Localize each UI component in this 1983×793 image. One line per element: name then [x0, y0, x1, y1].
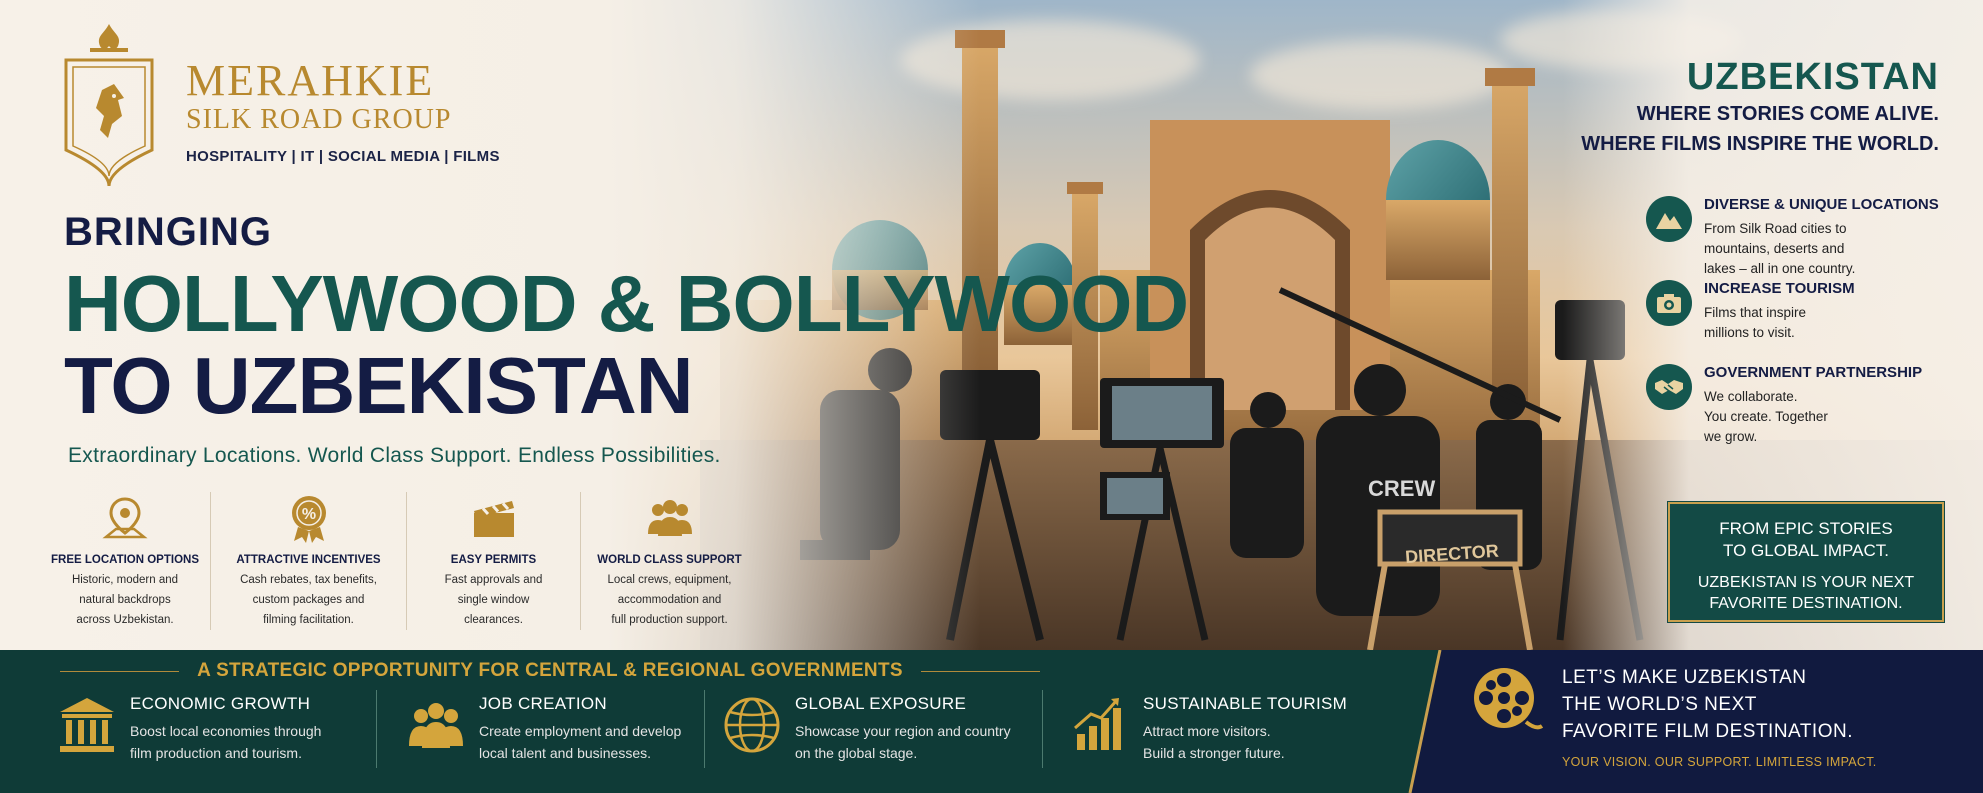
feature-title: WORLD CLASS SUPPORT [597, 554, 742, 566]
feature-desc-line: Cash rebates, tax benefits, [240, 574, 377, 586]
brand-logo: MERAHKIE SILK ROAD GROUP HOSPITALITY | I… [60, 20, 500, 190]
benefit-title: DIVERSE & UNIQUE LOCATIONS [1704, 196, 1939, 213]
heading-rule-right [920, 670, 1041, 672]
feature-desc-line: clearances. [464, 614, 523, 626]
call-to-action: LET’S MAKE UZBEKISTAN THE WORLD’S NEXT F… [1470, 664, 1877, 769]
opportunity-item: JOB CREATION Create employment and devel… [376, 690, 704, 768]
crest-icon [64, 24, 154, 187]
globe-icon [724, 697, 780, 753]
brand-tagline: HOSPITALITY | IT | SOCIAL MEDIA | FILMS [186, 148, 500, 165]
opportunity-list: ECONOMIC GROWTH Boost local economies th… [50, 690, 1362, 768]
opportunity-item-title: SUSTAINABLE TOURISM [1143, 694, 1348, 713]
opportunity-item-desc: Create employment and develop local tale… [479, 723, 682, 761]
feature-item: % ATTRACTIVE INCENTIVES Cash rebates, ta… [210, 492, 406, 630]
feature-title: FREE LOCATION OPTIONS [50, 554, 199, 566]
feature-desc-line: Fast approvals and [444, 574, 543, 586]
film-reel-icon [1474, 668, 1544, 730]
destination-box-line-2: UZBEKISTAN IS YOUR NEXT FAVORITE DESTINA… [1697, 574, 1915, 612]
feature-desc-line: full production support. [611, 614, 728, 626]
opportunity-item-desc: Attract more visitors. Build a stronger … [1143, 723, 1285, 761]
opportunity-item-title: GLOBAL EXPOSURE [795, 694, 967, 713]
feature-desc-line: filming facilitation. [263, 614, 354, 626]
destination-box: FROM EPIC STORIES TO GLOBAL IMPACT. UZBE… [1667, 501, 1945, 623]
percent-badge-icon: % [291, 496, 326, 543]
cta-divider [1408, 650, 1442, 793]
right-title: UZBEKISTAN [1686, 56, 1939, 98]
opportunity-item: ECONOMIC GROWTH Boost local economies th… [50, 690, 376, 768]
cta-subtitle: YOUR VISION. OUR SUPPORT. LIMITLESS IMPA… [1562, 755, 1877, 769]
feature-desc-line: natural backdrops [79, 594, 171, 606]
feature-list: FREE LOCATION OPTIONS Historic, modern a… [40, 492, 758, 630]
benefit-title: INCREASE TOURISM [1704, 280, 1855, 297]
opportunity-item-title: JOB CREATION [479, 694, 607, 713]
benefit-title: GOVERNMENT PARTNERSHIP [1704, 364, 1923, 381]
feature-desc-line: single window [457, 594, 530, 606]
feature-desc-line: custom packages and [252, 594, 365, 606]
handshake-icon [1655, 380, 1683, 394]
feature-title: EASY PERMITS [450, 554, 537, 566]
destination-box-line-1: FROM EPIC STORIES TO GLOBAL IMPACT. [1719, 519, 1893, 560]
feature-desc-line: accommodation and [617, 594, 722, 606]
camera-icon [1657, 294, 1681, 313]
people-group-icon [647, 500, 692, 536]
opportunity-heading: A STRATEGIC OPPORTUNITY FOR CENTRAL & RE… [60, 660, 1041, 682]
growth-chart-icon [1074, 698, 1121, 750]
heading-rule-left [60, 670, 180, 672]
benefit-desc: From Silk Road cities to mountains, dese… [1704, 221, 1856, 276]
svg-text:%: % [301, 506, 315, 523]
feature-title: ATTRACTIVE INCENTIVES [236, 554, 381, 566]
benefit-item: GOVERNMENT PARTNERSHIP We collaborate. Y… [1646, 364, 1966, 448]
government-building-icon [60, 698, 114, 752]
map-pin-icon [102, 497, 148, 539]
opportunity-item-title: ECONOMIC GROWTH [130, 694, 311, 713]
people-icon [409, 703, 463, 748]
headline-tagline: Extraordinary Locations. World Class Sup… [68, 444, 721, 467]
headline: BRINGING HOLLYWOOD & BOLLYWOOD TO UZBEKI… [64, 210, 1189, 430]
benefit-desc: We collaborate. You create. Together we … [1704, 389, 1828, 444]
right-line-2: WHERE FILMS INSPIRE THE WORLD. [1581, 133, 1939, 155]
feature-item: EASY PERMITS Fast approvals and single wi… [406, 492, 580, 630]
feature-desc-line: Local crews, equipment, [607, 574, 732, 586]
opportunity-title: A STRATEGIC OPPORTUNITY FOR CENTRAL & RE… [197, 660, 903, 681]
opportunity-item: SUSTAINABLE TOURISM Attract more visitor… [1042, 690, 1362, 768]
headline-main: HOLLYWOOD & BOLLYWOOD [64, 259, 1189, 348]
opportunity-item-desc: Boost local economies through film produ… [130, 723, 322, 761]
benefit-item: INCREASE TOURISM Films that inspire mill… [1646, 280, 1966, 364]
feature-desc-line: Historic, modern and [71, 574, 179, 586]
benefit-desc: Films that inspire millions to visit. [1704, 305, 1807, 340]
crew-shirt-text: CREW [1368, 476, 1435, 501]
opportunity-item-desc: Showcase your region and country on the … [795, 723, 1011, 761]
feature-item: FREE LOCATION OPTIONS Historic, modern a… [40, 492, 210, 630]
feature-desc-line: across Uzbekistan. [76, 614, 174, 626]
headline-pre: BRINGING [64, 210, 272, 254]
cta-title: LET’S MAKE UZBEKISTAN THE WORLD’S NEXT F… [1562, 667, 1853, 742]
right-line-1: WHERE STORIES COME ALIVE. [1636, 103, 1939, 125]
mountain-icon [1656, 213, 1682, 229]
brand-subtitle: SILK ROAD GROUP [186, 104, 452, 135]
feature-item: WORLD CLASS SUPPORT Local crews, equipme… [580, 492, 758, 630]
clapperboard-icon [473, 501, 514, 537]
benefit-item: DIVERSE & UNIQUE LOCATIONS From Silk Roa… [1646, 196, 1966, 280]
brand-name: MERAHKIE [186, 56, 435, 105]
right-heading: UZBEKISTAN WHERE STORIES COME ALIVE. WHE… [1581, 56, 1939, 159]
benefit-list: DIVERSE & UNIQUE LOCATIONS From Silk Roa… [1646, 196, 1966, 448]
opportunity-item: GLOBAL EXPOSURE Showcase your region and… [704, 690, 1042, 768]
headline-sub: TO UZBEKISTAN [64, 341, 693, 430]
